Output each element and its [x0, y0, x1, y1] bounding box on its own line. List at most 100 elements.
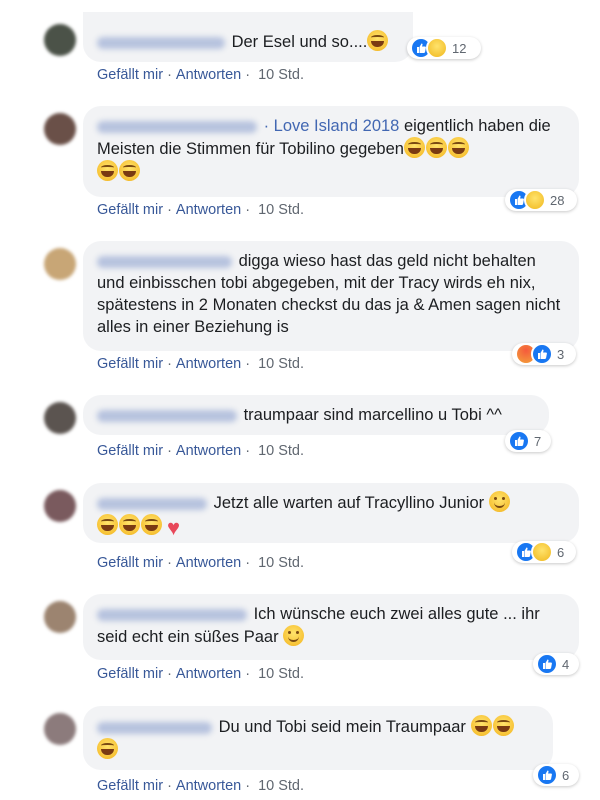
heart-emoji-icon: ♥ — [166, 515, 181, 540]
timestamp[interactable]: 10 Std. — [258, 356, 304, 372]
author-name[interactable] — [97, 608, 247, 621]
like-reaction-icon — [536, 764, 558, 786]
smiling-emoji-icon — [283, 625, 305, 646]
avatar[interactable] — [44, 601, 76, 633]
like-link[interactable]: Gefällt mir — [97, 778, 163, 794]
comment-text: Jetzt alle warten auf Tracyllino Junior — [213, 494, 489, 512]
like-link[interactable]: Gefällt mir — [97, 356, 163, 372]
laughing-emoji-icon — [367, 30, 389, 51]
comment-bubble: Jetzt alle warten auf Tracyllino Junior … — [83, 483, 579, 543]
author-name[interactable] — [97, 409, 237, 422]
reply-link[interactable]: Antworten — [176, 67, 241, 83]
laughing-emoji-icon — [492, 715, 514, 736]
reaction-summary[interactable]: 12 — [407, 37, 481, 59]
reaction-count: 4 — [562, 656, 570, 672]
reaction-count: 7 — [534, 433, 542, 449]
group-link[interactable]: · Love Island 2018 — [264, 117, 400, 135]
separator: · — [245, 356, 251, 372]
like-link[interactable]: Gefällt mir — [97, 555, 163, 571]
like-reaction-icon — [508, 430, 530, 452]
reply-link[interactable]: Antworten — [176, 666, 241, 682]
separator: · — [245, 202, 251, 218]
avatar[interactable] — [44, 248, 76, 280]
comment-text: traumpaar sind marcellino u Tobi ^^ — [243, 406, 502, 424]
separator: · — [245, 778, 251, 794]
reaction-summary[interactable]: 6 — [512, 541, 576, 563]
comment-actions: Gefällt mir · Antworten · 10 Std. — [97, 67, 304, 83]
reaction-count: 6 — [562, 767, 570, 783]
like-link[interactable]: Gefällt mir — [97, 666, 163, 682]
author-name[interactable] — [97, 36, 225, 49]
reaction-summary[interactable]: 7 — [505, 430, 551, 452]
avatar[interactable] — [44, 713, 76, 745]
reaction-count: 28 — [550, 192, 565, 208]
comment-bubble: Der Esel und so.... — [83, 12, 413, 62]
like-link[interactable]: Gefällt mir — [97, 443, 163, 459]
avatar[interactable] — [44, 24, 76, 56]
reply-link[interactable]: Antworten — [176, 202, 241, 218]
timestamp[interactable]: 10 Std. — [258, 67, 304, 83]
laughing-emoji-icon — [403, 137, 425, 158]
timestamp[interactable]: 10 Std. — [258, 202, 304, 218]
separator: · — [245, 67, 251, 83]
laughing-emoji-icon — [97, 738, 118, 759]
author-name[interactable] — [97, 120, 257, 133]
reaction-summary[interactable]: 3 — [512, 343, 576, 365]
reply-link[interactable]: Antworten — [176, 443, 241, 459]
separator: · — [245, 555, 251, 571]
author-name[interactable] — [97, 497, 207, 510]
like-reaction-icon — [531, 343, 553, 365]
haha-reaction-icon — [426, 37, 448, 59]
separator: · — [167, 356, 172, 372]
laughing-emoji-icon — [447, 137, 469, 158]
laughing-emoji-icon — [470, 715, 492, 736]
reaction-count: 12 — [452, 40, 467, 56]
author-name[interactable] — [97, 721, 212, 734]
reply-link[interactable]: Antworten — [176, 555, 241, 571]
timestamp[interactable]: 10 Std. — [258, 443, 304, 459]
separator: · — [167, 67, 172, 83]
comment-actions: Gefällt mir · Antworten · 10 Std. — [97, 202, 304, 218]
comment-bubble: Ich wünsche euch zwei alles gute ... ihr… — [83, 594, 579, 660]
comment-actions: Gefällt mir · Antworten · 10 Std. — [97, 778, 304, 794]
like-link[interactable]: Gefällt mir — [97, 67, 163, 83]
reaction-count: 6 — [557, 544, 565, 560]
separator: · — [245, 666, 251, 682]
timestamp[interactable]: 10 Std. — [258, 778, 304, 794]
avatar[interactable] — [44, 402, 76, 434]
comment-actions: Gefällt mir · Antworten · 10 Std. — [97, 356, 304, 372]
timestamp[interactable]: 10 Std. — [258, 555, 304, 571]
comment-bubble: digga wieso hast das geld nicht behalten… — [83, 241, 579, 351]
like-link[interactable]: Gefällt mir — [97, 202, 163, 218]
laughing-emoji-icon — [119, 514, 140, 535]
comment-actions: Gefällt mir · Antworten · 10 Std. — [97, 443, 304, 459]
timestamp[interactable]: 10 Std. — [258, 666, 304, 682]
reaction-summary[interactable]: 6 — [533, 764, 579, 786]
author-name[interactable] — [97, 255, 232, 268]
separator: · — [167, 778, 172, 794]
comment-text: Der Esel und so.... — [231, 33, 368, 51]
reaction-summary[interactable]: 28 — [505, 189, 577, 211]
comment-actions: Gefällt mir · Antworten · 10 Std. — [97, 555, 304, 571]
reaction-count: 3 — [557, 346, 565, 362]
laughing-emoji-icon — [97, 160, 118, 181]
reply-link[interactable]: Antworten — [176, 778, 241, 794]
avatar[interactable] — [44, 490, 76, 522]
laughing-emoji-icon — [141, 514, 162, 535]
smiling-emoji-icon — [488, 491, 510, 512]
separator: · — [167, 555, 172, 571]
separator: · — [167, 443, 172, 459]
comment-bubble: traumpaar sind marcellino u Tobi ^^ — [83, 395, 549, 435]
separator: · — [245, 443, 251, 459]
laughing-emoji-icon — [97, 514, 118, 535]
comment-bubble: Du und Tobi seid mein Traumpaar — [83, 706, 553, 770]
comment-bubble: · Love Island 2018 eigentlich haben die … — [83, 106, 579, 197]
avatar[interactable] — [44, 113, 76, 145]
reaction-summary[interactable]: 4 — [533, 653, 579, 675]
reply-link[interactable]: Antworten — [176, 356, 241, 372]
separator: · — [167, 202, 172, 218]
haha-reaction-icon — [531, 541, 553, 563]
comment-text: Du und Tobi seid mein Traumpaar — [218, 718, 471, 736]
like-reaction-icon — [536, 653, 558, 675]
haha-reaction-icon — [524, 189, 546, 211]
